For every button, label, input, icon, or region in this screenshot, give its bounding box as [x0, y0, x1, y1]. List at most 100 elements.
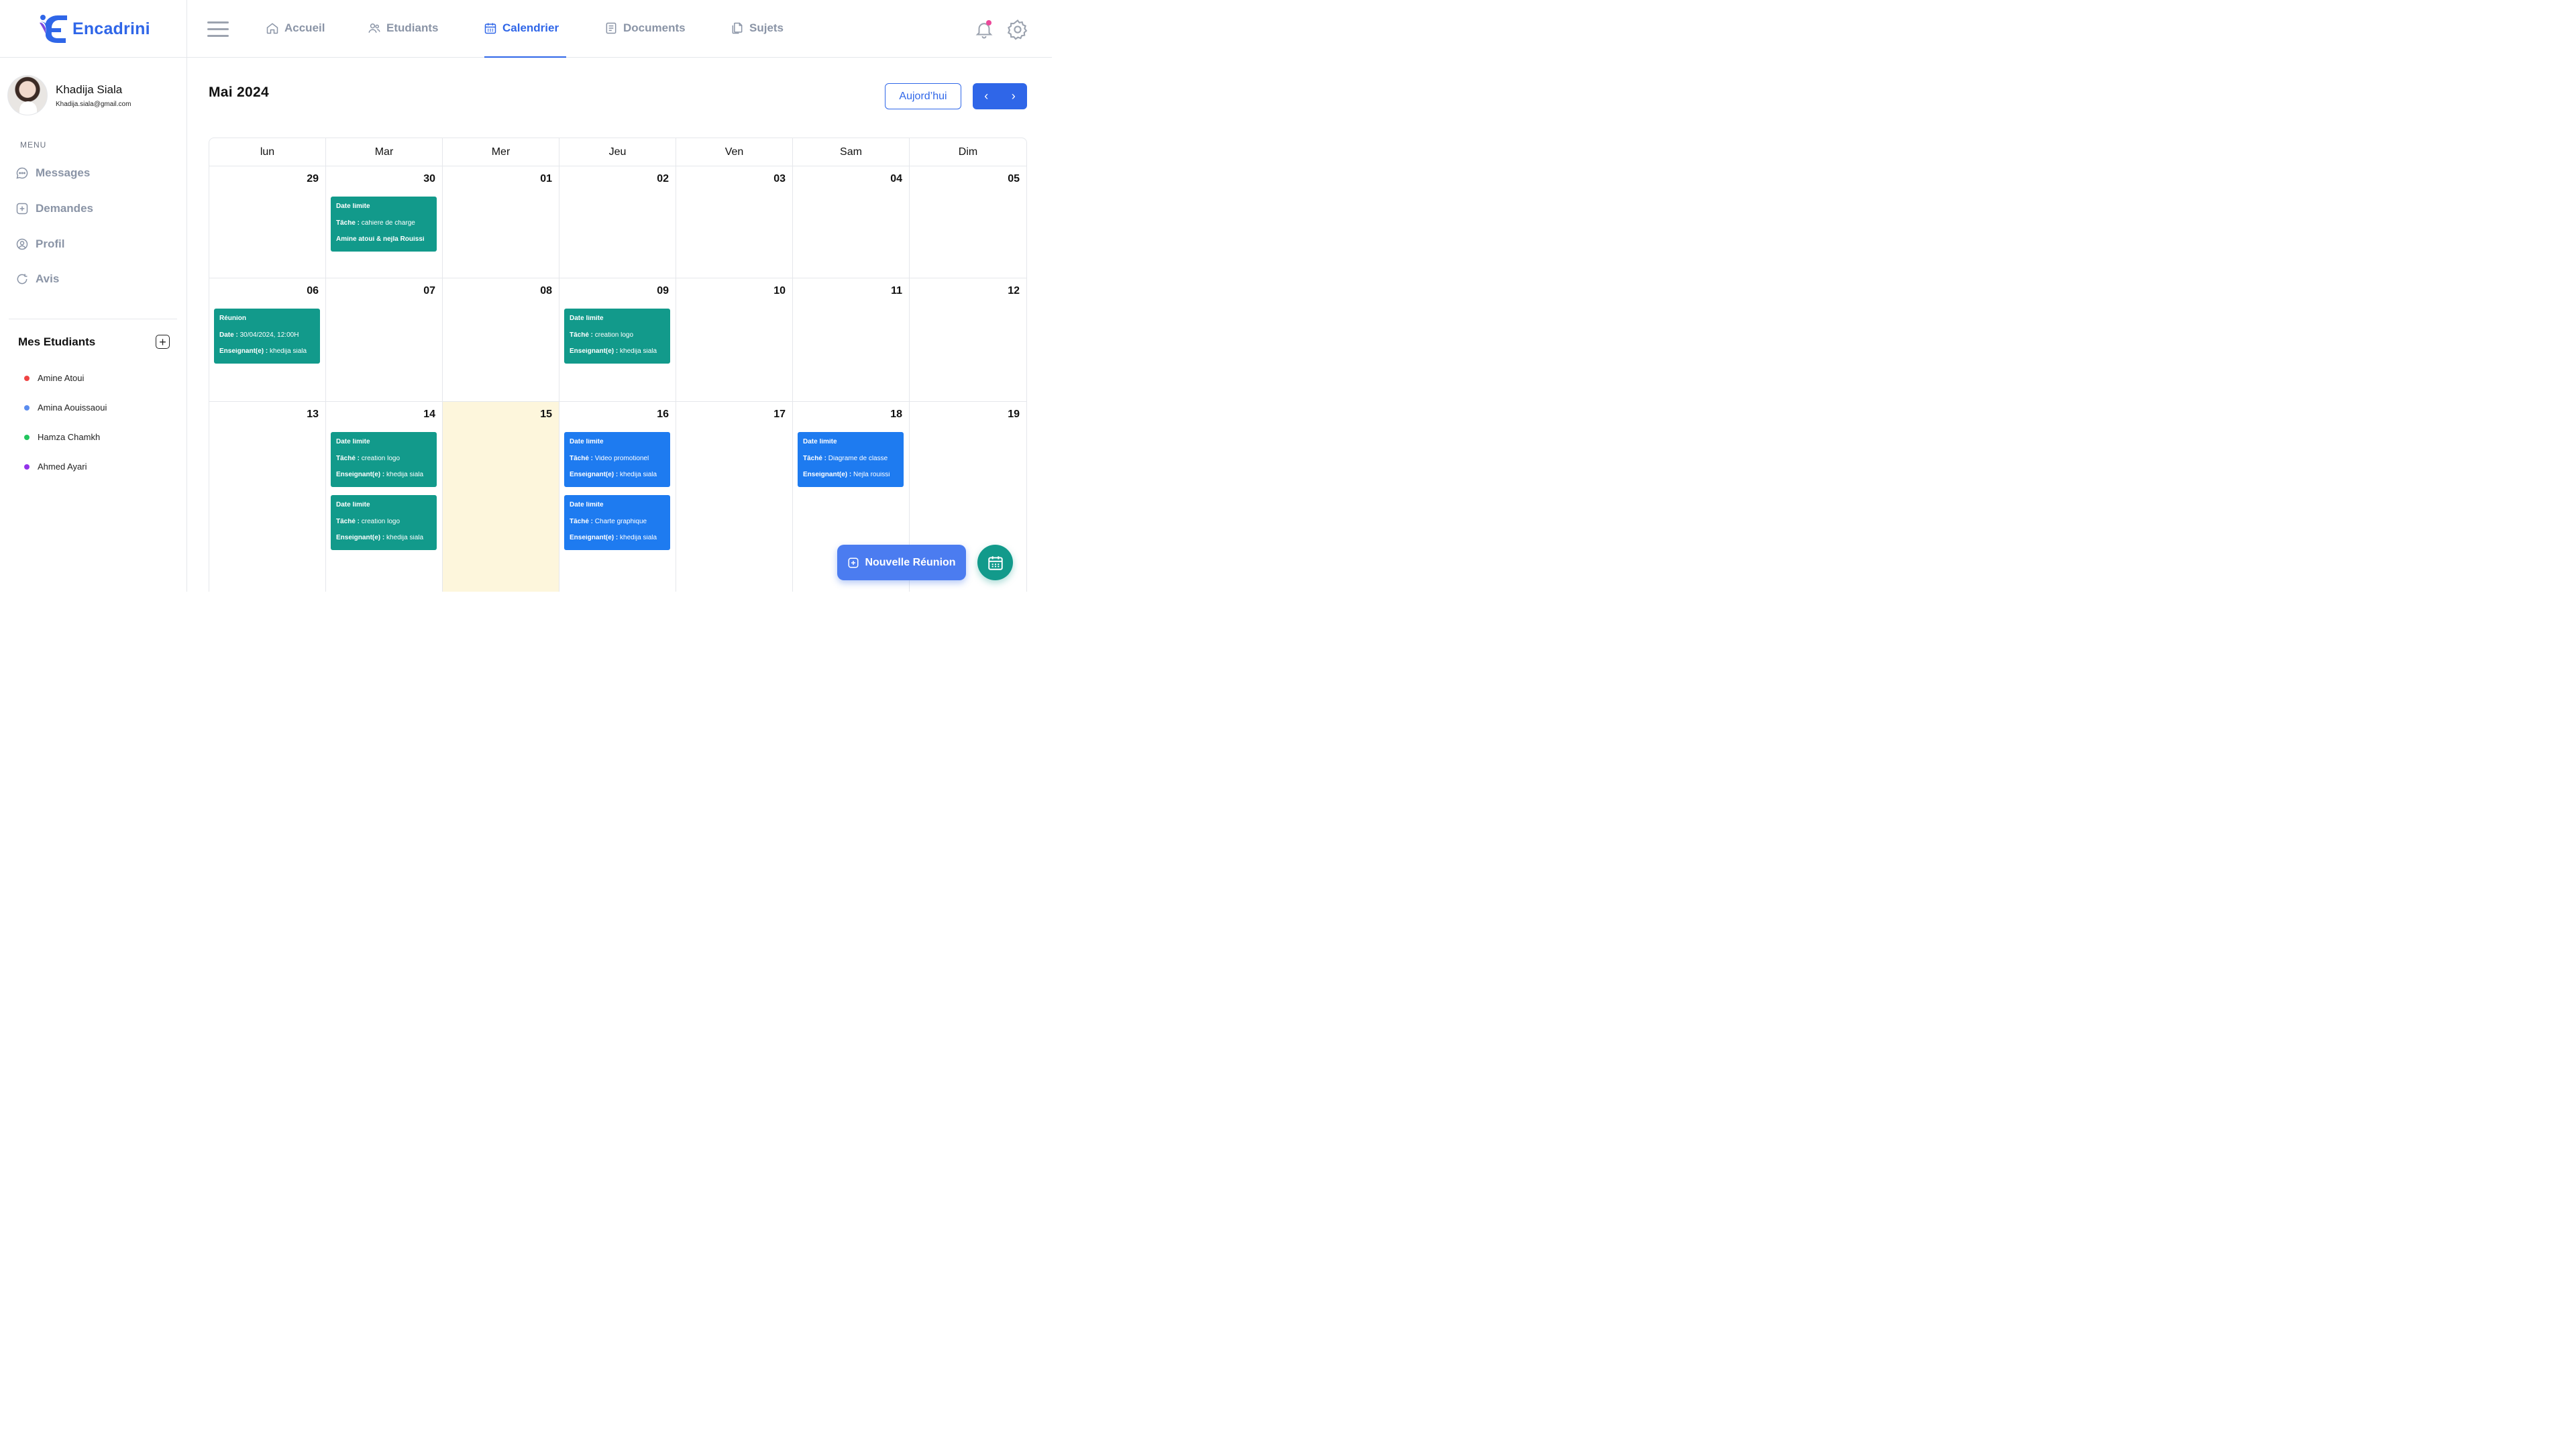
chevron-left-icon[interactable]: ‹	[984, 89, 988, 103]
active-tab-indicator	[484, 56, 566, 58]
add-student-button[interactable]: +	[156, 335, 170, 349]
day-cell[interactable]: 11	[793, 278, 910, 401]
day-cell[interactable]: 10	[676, 278, 793, 401]
weekday-label: Mer	[443, 138, 559, 166]
event-field-label: Enseignant(e) :	[803, 472, 852, 478]
day-number: 12	[1008, 285, 1020, 297]
calendar-event[interactable]: Date limite Tâché : creation logo Enseig…	[331, 495, 437, 550]
day-cell[interactable]: 04	[793, 166, 910, 278]
event-field-value: Diagrame de classe	[826, 455, 888, 462]
calendar-event[interactable]: Date limite Tâché : Charte graphique Ens…	[564, 495, 670, 550]
day-number: 17	[773, 409, 786, 420]
day-cell[interactable]: 29	[209, 166, 326, 278]
day-number: 15	[540, 409, 552, 420]
event-field-label: Date :	[219, 331, 238, 339]
student-item[interactable]: Amina Aouissaoui	[24, 402, 107, 413]
event-field-value: Charte graphique	[593, 518, 647, 525]
sidebar-item-label: Messages	[36, 166, 91, 179]
event-field-value: khedija siala	[384, 535, 424, 541]
event-type: Date limite	[336, 203, 370, 210]
day-cell[interactable]: 30 Date limite Tâche : cahiere de charge…	[326, 166, 443, 278]
nav-label: Accueil	[284, 21, 325, 34]
day-cell[interactable]: 08	[443, 278, 559, 401]
sidebar-item-avis[interactable]: Avis	[15, 272, 59, 286]
day-cell[interactable]: 16 Date limite Tâché : Video promotionel…	[559, 402, 676, 592]
calendar-event[interactable]: Réunion Date : 30/04/2024, 12:00H Enseig…	[214, 309, 320, 364]
day-cell-today[interactable]: 15	[443, 402, 559, 592]
event-field-value: Nejla rouissi	[851, 472, 890, 478]
nav-accueil[interactable]: Accueil	[266, 21, 325, 35]
notification-badge	[986, 20, 991, 25]
student-item[interactable]: Hamza Chamkh	[24, 432, 100, 442]
event-task: Tâché : Diagrame de classe	[803, 455, 898, 462]
event-field-label: Amine atoui & nejla Rouissi	[336, 236, 425, 243]
day-number: 14	[423, 409, 435, 420]
day-cell[interactable]: 03	[676, 166, 793, 278]
student-item[interactable]: Ahmed Ayari	[24, 462, 87, 472]
event-field-label: Enseignant(e) :	[570, 348, 619, 355]
student-item[interactable]: Amine Atoui	[24, 373, 84, 383]
calendar-event[interactable]: Date limite Tâche : cahiere de charge Am…	[331, 197, 437, 252]
day-cell[interactable]: 05	[910, 166, 1026, 278]
day-cell[interactable]: 01	[443, 166, 559, 278]
day-number: 13	[307, 409, 319, 420]
day-cell[interactable]: 17	[676, 402, 793, 592]
sidebar-item-messages[interactable]: Messages	[15, 166, 90, 180]
plus-square-icon	[848, 557, 859, 568]
sidebar-item-profil[interactable]: Profil	[15, 237, 64, 251]
nav-etudiants[interactable]: Etudiants	[368, 21, 438, 35]
calendar-event[interactable]: Date limite Tâché : creation logo Enseig…	[331, 432, 437, 487]
day-number: 18	[890, 409, 902, 420]
event-field-label: Tâché :	[570, 455, 594, 462]
event-teacher: Enseignant(e) : khedija siala	[336, 535, 431, 541]
user-profile[interactable]: Khadija Siala Khadija.siala@gmail.com	[7, 75, 131, 115]
event-task: Tâché : creation logo	[336, 455, 431, 462]
new-meeting-button[interactable]: Nouvelle Réunion	[837, 545, 966, 580]
hamburger-menu-icon[interactable]	[207, 21, 229, 38]
event-teacher: Enseignant(e) : khedija siala	[570, 348, 665, 355]
users-icon	[368, 23, 380, 33]
nav-calendrier[interactable]: Calendrier	[484, 21, 559, 35]
event-field-label: Enseignant(e) :	[219, 348, 268, 355]
day-number: 07	[423, 285, 435, 297]
chevron-right-icon[interactable]: ›	[1012, 89, 1016, 103]
calendar-event[interactable]: Date limite Tâché : Diagrame de classe E…	[798, 432, 904, 487]
nav-sujets[interactable]: Sujets	[731, 21, 784, 35]
nav-label: Sujets	[749, 21, 784, 34]
sidebar-item-label: Profil	[36, 237, 65, 250]
event-task: Tâche : cahiere de charge	[336, 220, 431, 227]
event-field-value: cahiere de charge	[360, 219, 415, 227]
day-cell[interactable]: 14 Date limite Tâché : creation logo Ens…	[326, 402, 443, 592]
calendar-fab-button[interactable]	[977, 545, 1013, 580]
day-number: 29	[307, 173, 319, 184]
day-cell[interactable]: 09 Date limite Tâché : creation logo Ens…	[559, 278, 676, 401]
month-title: Mai 2024	[209, 85, 269, 100]
day-number: 19	[1008, 409, 1020, 420]
day-cell[interactable]: 12	[910, 278, 1026, 401]
event-teacher: Enseignant(e) : khedija siala	[219, 348, 315, 355]
brand-logo[interactable]: Encadrini	[38, 12, 150, 46]
event-teacher: Enseignant(e) : Nejla rouissi	[803, 472, 898, 478]
calendar-event[interactable]: Date limite Tâché : Video promotionel En…	[564, 432, 670, 487]
student-name: Ahmed Ayari	[38, 462, 87, 472]
event-date: Date : 30/04/2024, 12:00H	[219, 332, 315, 339]
status-dot	[24, 464, 30, 470]
day-cell[interactable]: 07	[326, 278, 443, 401]
event-type: Date limite	[336, 439, 370, 445]
nav-documents[interactable]: Documents	[604, 21, 686, 35]
day-cell[interactable]: 13	[209, 402, 326, 592]
day-number: 16	[657, 409, 669, 420]
day-cell[interactable]: 02	[559, 166, 676, 278]
calendar-icon	[987, 555, 1003, 570]
event-field-label: Tâché :	[336, 518, 360, 525]
gear-icon[interactable]	[1006, 18, 1029, 41]
event-field-label: Enseignant(e) :	[336, 535, 385, 541]
day-cell[interactable]: 06 Réunion Date : 30/04/2024, 12:00H Ens…	[209, 278, 326, 401]
event-field-label: Tâché :	[803, 455, 827, 462]
plus-square-icon	[16, 203, 28, 215]
today-button[interactable]: Aujord’hui	[885, 83, 961, 109]
calendar-event[interactable]: Date limite Tâché : creation logo Enseig…	[564, 309, 670, 364]
sidebar-item-demandes[interactable]: Demandes	[15, 202, 93, 215]
event-task: Tâché : Charte graphique	[570, 519, 665, 525]
day-number: 02	[657, 173, 669, 184]
